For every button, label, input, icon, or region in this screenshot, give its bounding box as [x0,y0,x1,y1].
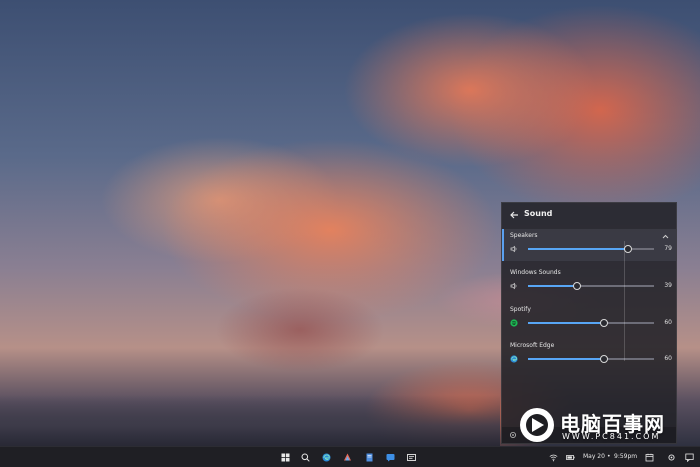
slider-thumb[interactable] [624,245,632,253]
flyout-title: Sound [524,209,553,218]
taskbar: May 20 • 9:59pm [0,446,700,467]
search-icon[interactable] [301,453,310,462]
slider-thumb[interactable] [573,282,581,290]
spotify-volume-value: 60 [664,319,672,326]
back-arrow-icon[interactable] [509,210,519,220]
taskbar-date[interactable]: May 20 [583,453,605,460]
row-label-windows-sounds: Windows Sounds [510,269,561,276]
windows-sounds-volume-slider[interactable] [528,282,654,290]
spotify-volume-slider[interactable] [528,319,654,327]
watermark-logo [520,408,554,442]
battery-icon[interactable] [566,453,575,462]
edge-volume-slider[interactable] [528,355,654,363]
start-icon[interactable] [281,453,290,462]
wallpaper-haze [0,395,500,446]
edge-icon[interactable] [322,453,331,462]
mail-icon[interactable] [407,453,416,462]
spotify-icon[interactable] [510,319,518,327]
photos-icon[interactable] [343,453,352,462]
edge-volume-value: 60 [664,355,672,362]
slider-thumb[interactable] [600,319,608,327]
notifications-icon[interactable] [685,453,694,462]
speaker-icon[interactable] [510,282,518,290]
taskbar-time[interactable]: 9:59pm [614,453,637,460]
flyout-header: Sound [502,203,676,227]
speaker-icon[interactable] [510,245,518,253]
row-label-speakers: Speakers [510,232,538,239]
volume-guide-line [624,241,625,361]
slider-thumb[interactable] [600,355,608,363]
settings-icon[interactable] [509,431,517,439]
row-label-spotify: Spotify [510,306,531,313]
speakers-volume-slider[interactable] [528,245,654,253]
edge-icon[interactable] [510,355,518,363]
windows-sounds-volume-value: 39 [664,282,672,289]
gear-icon[interactable] [667,453,676,462]
watermark-url: WWW.PC841.COM [562,432,661,441]
store-icon[interactable] [386,453,395,462]
wifi-icon[interactable] [549,453,558,462]
chevron-up-icon[interactable] [662,234,669,239]
calendar-icon[interactable] [645,453,654,462]
files-icon[interactable] [365,453,374,462]
speakers-volume-value: 79 [664,245,672,252]
row-label-microsoft-edge: Microsoft Edge [510,342,555,349]
selected-indicator [502,229,504,261]
taskbar-separator: • [607,453,611,460]
